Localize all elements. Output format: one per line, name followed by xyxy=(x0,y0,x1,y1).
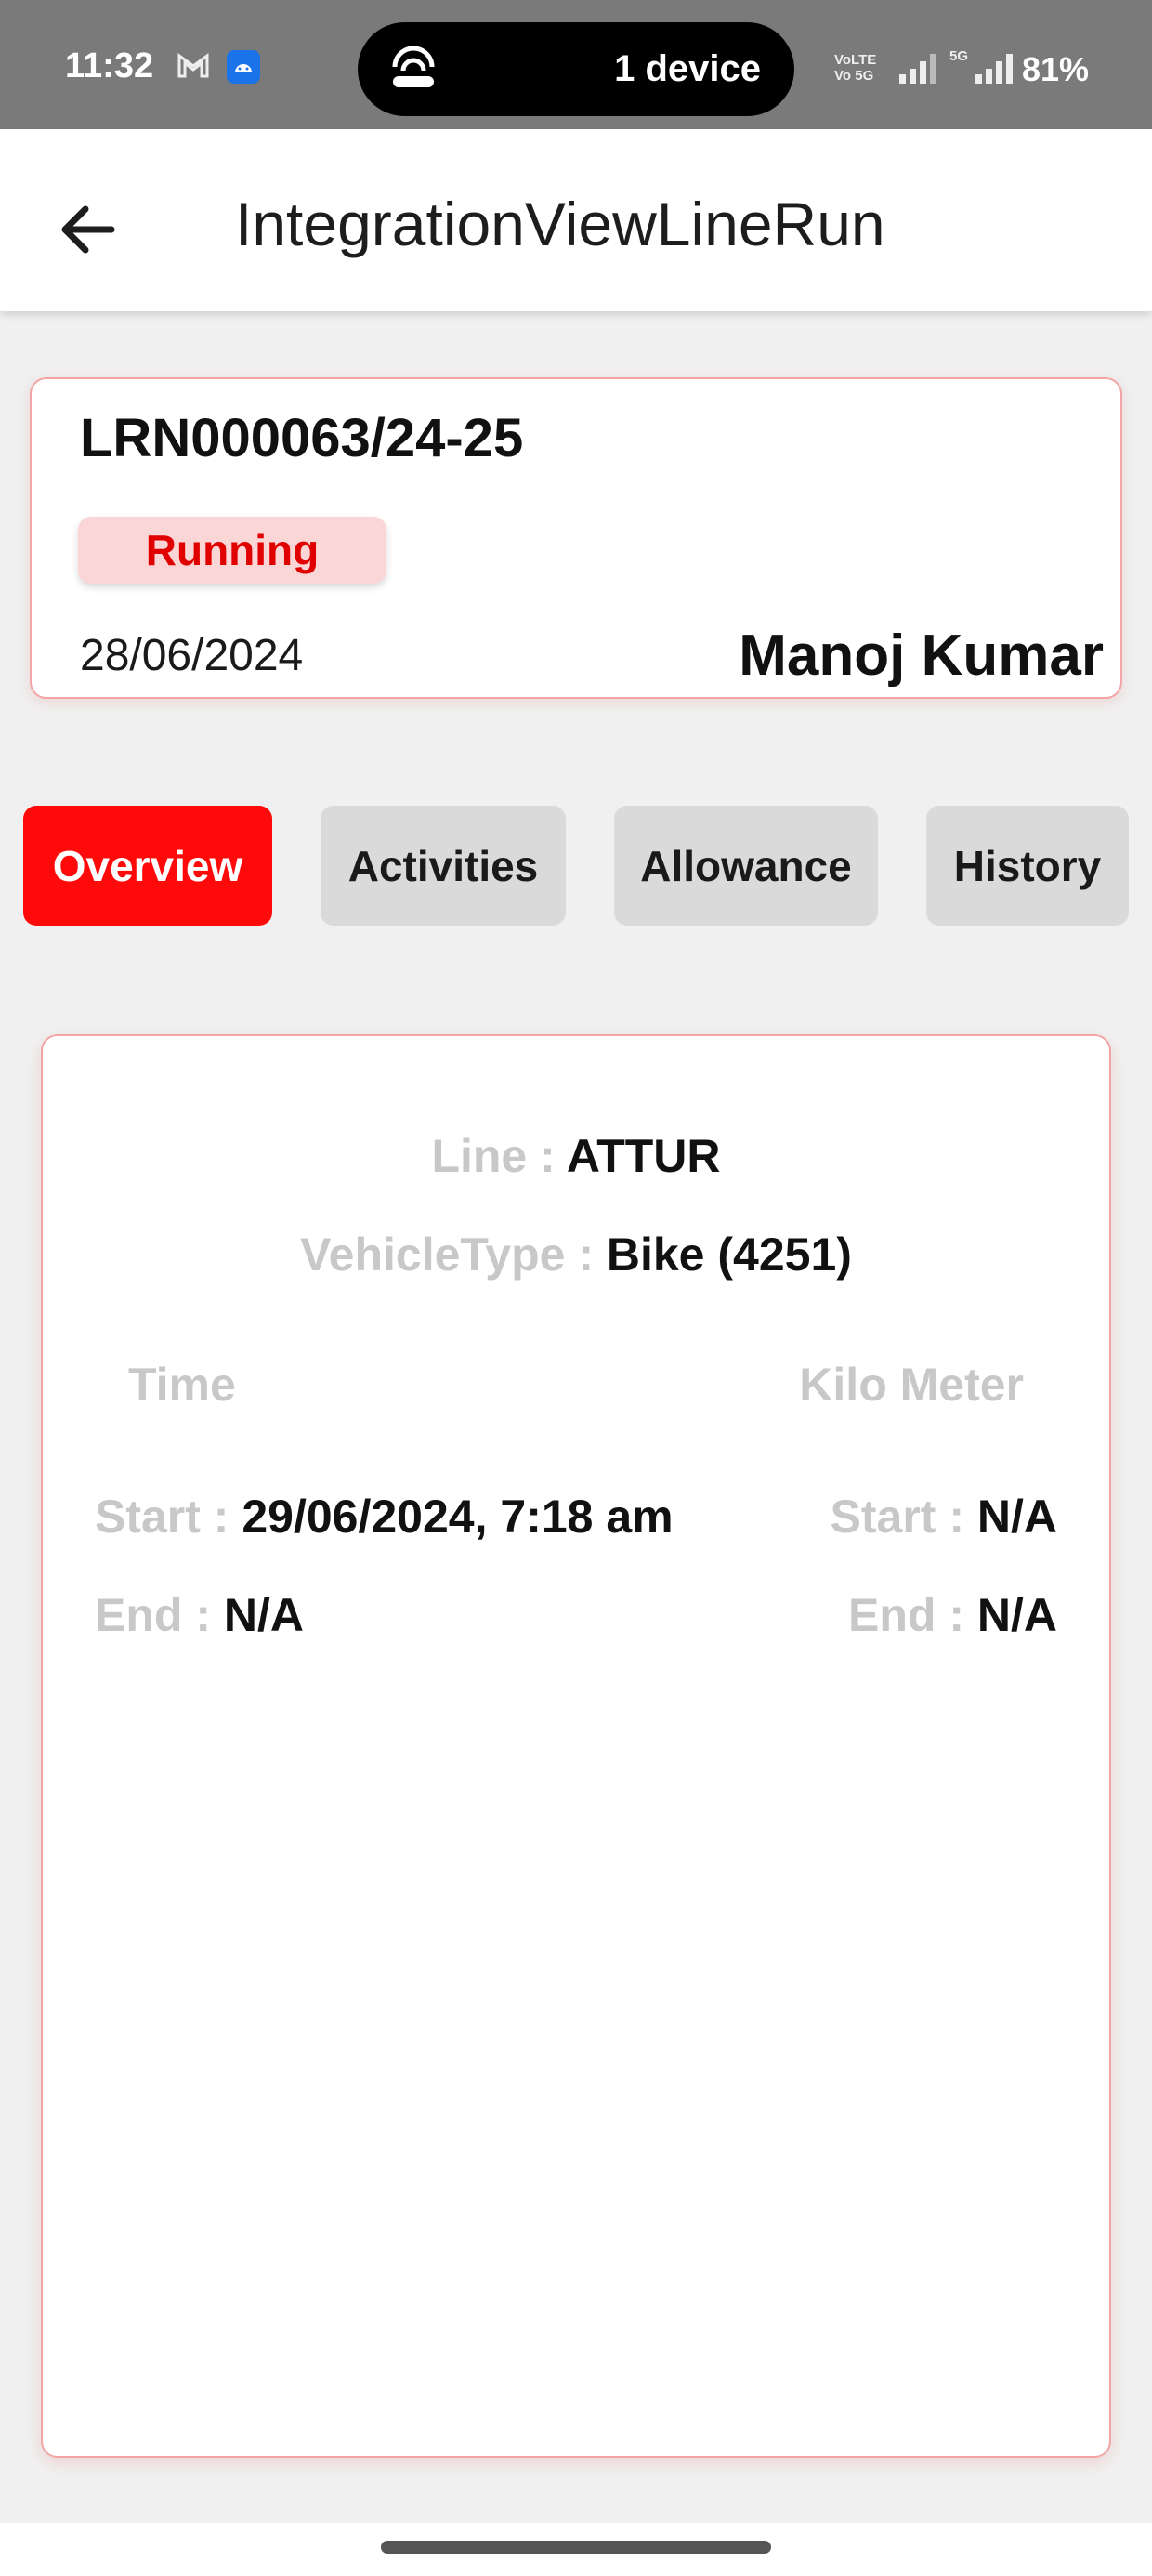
time-end-value: N/A xyxy=(223,1589,304,1641)
status-time: 11:32 xyxy=(65,46,154,85)
time-start-label: Start : xyxy=(95,1491,242,1543)
tab-overview[interactable]: Overview xyxy=(23,806,272,926)
hotspot-device-count: 1 device xyxy=(614,48,761,89)
battery-level: 81% xyxy=(1022,50,1090,88)
hotspot-icon xyxy=(392,46,435,87)
gmail-icon xyxy=(177,53,209,78)
vehicle-type-row: VehicleType : Bike (4251) xyxy=(43,1228,1109,1281)
time-end-label: End : xyxy=(95,1589,224,1641)
driver-name: Manoj Kumar xyxy=(739,624,1104,688)
network-5g-label: 5G xyxy=(949,48,969,64)
app-bar: IntegrationViewLineRun xyxy=(0,129,1152,311)
line-value: ATTUR xyxy=(566,1130,721,1182)
signal-icon xyxy=(975,54,1013,84)
network-type-label: VoLTE Vo 5G xyxy=(834,52,877,84)
km-start-row: Start : N/A xyxy=(831,1490,1057,1544)
page-title: IntegrationViewLineRun xyxy=(235,190,885,258)
signal-icon xyxy=(899,54,936,84)
line-run-code: LRN000063/24-25 xyxy=(80,408,524,468)
status-bar: 11:32 1 device VoLTE Vo 5G 5G 81% xyxy=(0,0,1152,129)
vehicle-type-label: VehicleType : xyxy=(300,1229,607,1281)
time-column-header: Time xyxy=(128,1359,236,1411)
km-end-label: End : xyxy=(848,1589,977,1641)
kilometer-column-header: Kilo Meter xyxy=(799,1359,1024,1411)
arrow-left-icon xyxy=(61,205,115,254)
line-run-summary-card: LRN000063/24-25 Running 28/06/2024 Manoj… xyxy=(30,377,1122,699)
km-end-value: N/A xyxy=(976,1589,1057,1641)
km-end-row: End : N/A xyxy=(848,1588,1057,1642)
line-run-date: 28/06/2024 xyxy=(80,631,304,680)
km-start-label: Start : xyxy=(830,1491,977,1543)
time-end-row: End : N/A xyxy=(95,1588,304,1642)
back-button[interactable] xyxy=(46,185,136,274)
home-indicator[interactable] xyxy=(381,2541,771,2554)
line-row: Line : ATTUR xyxy=(43,1129,1109,1183)
android-app-icon xyxy=(227,50,260,84)
gesture-bar-area xyxy=(0,2523,1152,2576)
time-start-row: Start : 29/06/2024, 7:18 am xyxy=(95,1490,674,1544)
status-badge: Running xyxy=(78,517,386,584)
tab-allowance[interactable]: Allowance xyxy=(614,806,878,926)
vehicle-type-value: Bike (4251) xyxy=(606,1229,852,1281)
overview-details-card: Line : ATTUR VehicleType : Bike (4251) T… xyxy=(41,1034,1111,2458)
tab-activities[interactable]: Activities xyxy=(321,806,566,926)
tab-history[interactable]: History xyxy=(926,806,1129,926)
time-start-value: 29/06/2024, 7:18 am xyxy=(242,1491,674,1543)
dynamic-island[interactable]: 1 device xyxy=(358,22,794,116)
km-start-value: N/A xyxy=(976,1491,1057,1543)
line-label: Line : xyxy=(431,1130,567,1182)
